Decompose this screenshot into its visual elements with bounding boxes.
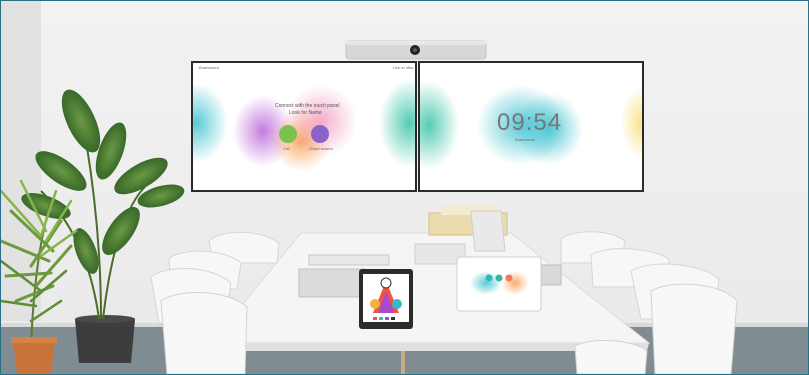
left-screen-prompt-1: Connect with the touch panel [275,103,340,109]
right-screen-room-name: Boardroom [515,137,535,142]
secondary-touch-panel[interactable] [456,256,542,312]
camera-bar [345,40,487,60]
photo-frame: Boardroom Link to Mac Connect with the t… [0,0,809,375]
share-screen-button[interactable] [311,125,329,143]
left-display [191,61,417,192]
planter-dark [75,315,135,363]
left-screen-top-right: Link to Mac [393,65,414,70]
share-screen-button-label: Share screen [309,146,333,151]
clock-display: 09:54 [497,109,563,136]
main-touch-panel[interactable] [359,269,413,329]
left-screen-prompt-2: Look for Name [289,110,322,116]
call-button-label: Call [283,146,290,151]
left-screen-room-name: Boardroom [199,65,219,70]
meeting-room-scene [1,1,808,374]
call-button[interactable] [279,125,297,143]
